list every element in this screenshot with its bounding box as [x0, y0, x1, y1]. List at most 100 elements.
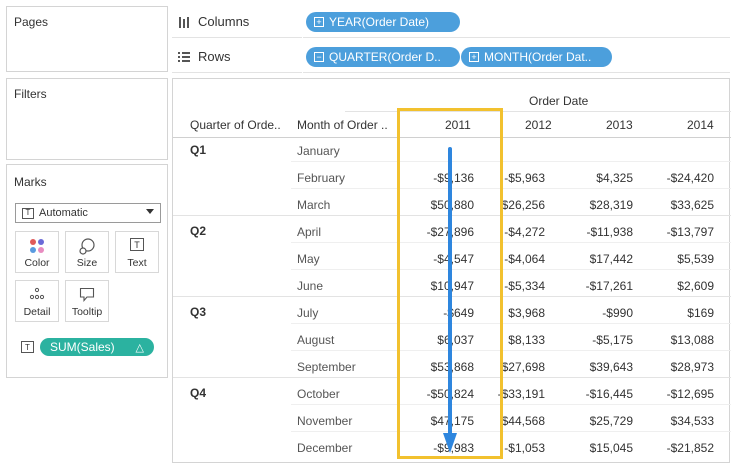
order-date-header: Order Date	[529, 94, 589, 108]
row-divider	[291, 188, 731, 189]
sales-cell[interactable]: $34,533	[671, 414, 714, 428]
tooltip-icon	[79, 287, 95, 302]
sales-cell[interactable]: $25,729	[590, 414, 633, 428]
sales-cell[interactable]: $2,609	[677, 279, 714, 293]
sales-cell[interactable]: -$27,896	[427, 225, 474, 239]
expand-icon[interactable]: +	[469, 52, 479, 62]
sales-cell[interactable]: $10,947	[431, 279, 474, 293]
sales-cell[interactable]: -$990	[602, 306, 633, 320]
sales-cell[interactable]: $33,625	[671, 198, 714, 212]
sales-cell[interactable]: -$9,983	[433, 441, 474, 455]
sales-cell[interactable]: -$4,272	[504, 225, 545, 239]
sum-sales-pill[interactable]: SUM(Sales) △	[40, 338, 154, 356]
rows-shelf[interactable]: − QUARTER(Order D.. + MONTH(Order Dat..	[303, 41, 730, 73]
sales-cell[interactable]: $28,973	[671, 360, 714, 374]
year-order-date-label: YEAR(Order Date)	[329, 15, 430, 29]
sales-cell[interactable]: $27,698	[502, 360, 545, 374]
detail-label: Detail	[23, 306, 51, 318]
sum-sales-label: SUM(Sales)	[50, 340, 115, 354]
sales-cell[interactable]: -$9,136	[433, 171, 474, 185]
sales-cell[interactable]: $169	[687, 306, 714, 320]
header-divider	[345, 111, 731, 112]
year-header[interactable]: 2012	[525, 118, 552, 132]
sales-cell[interactable]: -$13,797	[667, 225, 714, 239]
quarter-column-header[interactable]: Quarter of Orde..	[190, 118, 281, 132]
delta-icon: △	[135, 342, 144, 354]
filters-title: Filters	[14, 87, 47, 101]
sales-cell[interactable]: -$33,191	[498, 387, 545, 401]
month-label: May	[297, 252, 320, 266]
filters-shelf[interactable]: Filters	[6, 78, 168, 160]
sales-cell[interactable]: $3,968	[508, 306, 545, 320]
color-button[interactable]: Color	[15, 231, 59, 273]
text-button[interactable]: T Text	[115, 231, 159, 273]
tooltip-button[interactable]: Tooltip	[65, 280, 109, 322]
columns-shelf[interactable]: + YEAR(Order Date)	[303, 6, 730, 38]
mark-type-dropdown[interactable]: T Automatic	[15, 203, 161, 223]
sales-cell[interactable]: $28,319	[590, 198, 633, 212]
sales-cell[interactable]: -$17,261	[586, 279, 633, 293]
sales-cell[interactable]: -$5,963	[504, 171, 545, 185]
sales-cell[interactable]: -$5,175	[592, 333, 633, 347]
month-label: June	[297, 279, 324, 293]
sales-cell[interactable]: $5,539	[677, 252, 714, 266]
crosstab-view[interactable]: Order Date Quarter of Orde.. Month of Or…	[172, 78, 731, 463]
tooltip-label: Tooltip	[71, 306, 103, 318]
sales-cell[interactable]: $39,643	[590, 360, 633, 374]
month-column-header[interactable]: Month of Order ..	[297, 118, 388, 132]
sales-cell[interactable]: -$5,334	[504, 279, 545, 293]
size-icon	[79, 238, 95, 255]
sales-cell[interactable]: $4,325	[596, 171, 633, 185]
size-label: Size	[76, 257, 98, 269]
sales-cell[interactable]: -$649	[443, 306, 474, 320]
row-divider	[291, 242, 731, 243]
marks-title: Marks	[14, 175, 47, 189]
sales-cell[interactable]: -$24,420	[667, 171, 714, 185]
color-icon	[30, 239, 44, 253]
sales-cell[interactable]: $15,045	[590, 441, 633, 455]
text-label: Text	[127, 257, 147, 269]
size-button[interactable]: Size	[65, 231, 109, 273]
detail-button[interactable]: Detail	[15, 280, 59, 322]
columns-shelf-label: Columns	[172, 6, 302, 38]
quarter-order-date-label: QUARTER(Order D..	[329, 50, 441, 64]
row-divider	[291, 350, 731, 351]
sales-cell[interactable]: $6,037	[437, 333, 474, 347]
columns-label: Columns	[198, 14, 250, 29]
svg-text:T: T	[134, 240, 140, 250]
sales-cell[interactable]: -$1,053	[504, 441, 545, 455]
expand-icon[interactable]: +	[314, 17, 324, 27]
sales-cell[interactable]: $8,133	[508, 333, 545, 347]
quarter-label: Q3	[190, 305, 207, 319]
quarter-divider	[173, 215, 731, 216]
sales-cell[interactable]: -$4,547	[433, 252, 474, 266]
sales-cell[interactable]: -$4,064	[504, 252, 545, 266]
mark-type-value: Automatic	[39, 207, 88, 219]
collapse-icon[interactable]: −	[314, 52, 324, 62]
sales-cell[interactable]: -$16,445	[586, 387, 633, 401]
year-header[interactable]: 2013	[606, 118, 633, 132]
rows-icon	[178, 51, 190, 62]
sales-cell[interactable]: $44,568	[502, 414, 545, 428]
month-label: September	[297, 360, 356, 374]
month-label: April	[297, 225, 322, 239]
year-order-date-pill[interactable]: + YEAR(Order Date)	[306, 12, 460, 32]
row-divider	[291, 269, 731, 270]
sales-cell[interactable]: $13,088	[671, 333, 714, 347]
chevron-down-icon	[146, 209, 154, 214]
sales-cell[interactable]: $47,175	[431, 414, 474, 428]
sales-cell[interactable]: $53,868	[431, 360, 474, 374]
sales-cell[interactable]: $26,256	[502, 198, 545, 212]
sales-cell[interactable]: $17,442	[590, 252, 633, 266]
month-order-date-pill[interactable]: + MONTH(Order Dat..	[461, 47, 612, 67]
sales-cell[interactable]: -$21,852	[667, 441, 714, 455]
sales-cell[interactable]: -$12,695	[667, 387, 714, 401]
quarter-order-date-pill[interactable]: − QUARTER(Order D..	[306, 47, 460, 67]
sales-cell[interactable]: $50,880	[431, 198, 474, 212]
year-header[interactable]: 2014	[687, 118, 714, 132]
sales-cell[interactable]: -$50,824	[427, 387, 474, 401]
pages-shelf[interactable]: Pages	[6, 6, 168, 72]
text-encoding-icon: T	[21, 341, 34, 353]
year-header[interactable]: 2011	[445, 118, 471, 132]
sales-cell[interactable]: -$11,938	[587, 225, 633, 239]
